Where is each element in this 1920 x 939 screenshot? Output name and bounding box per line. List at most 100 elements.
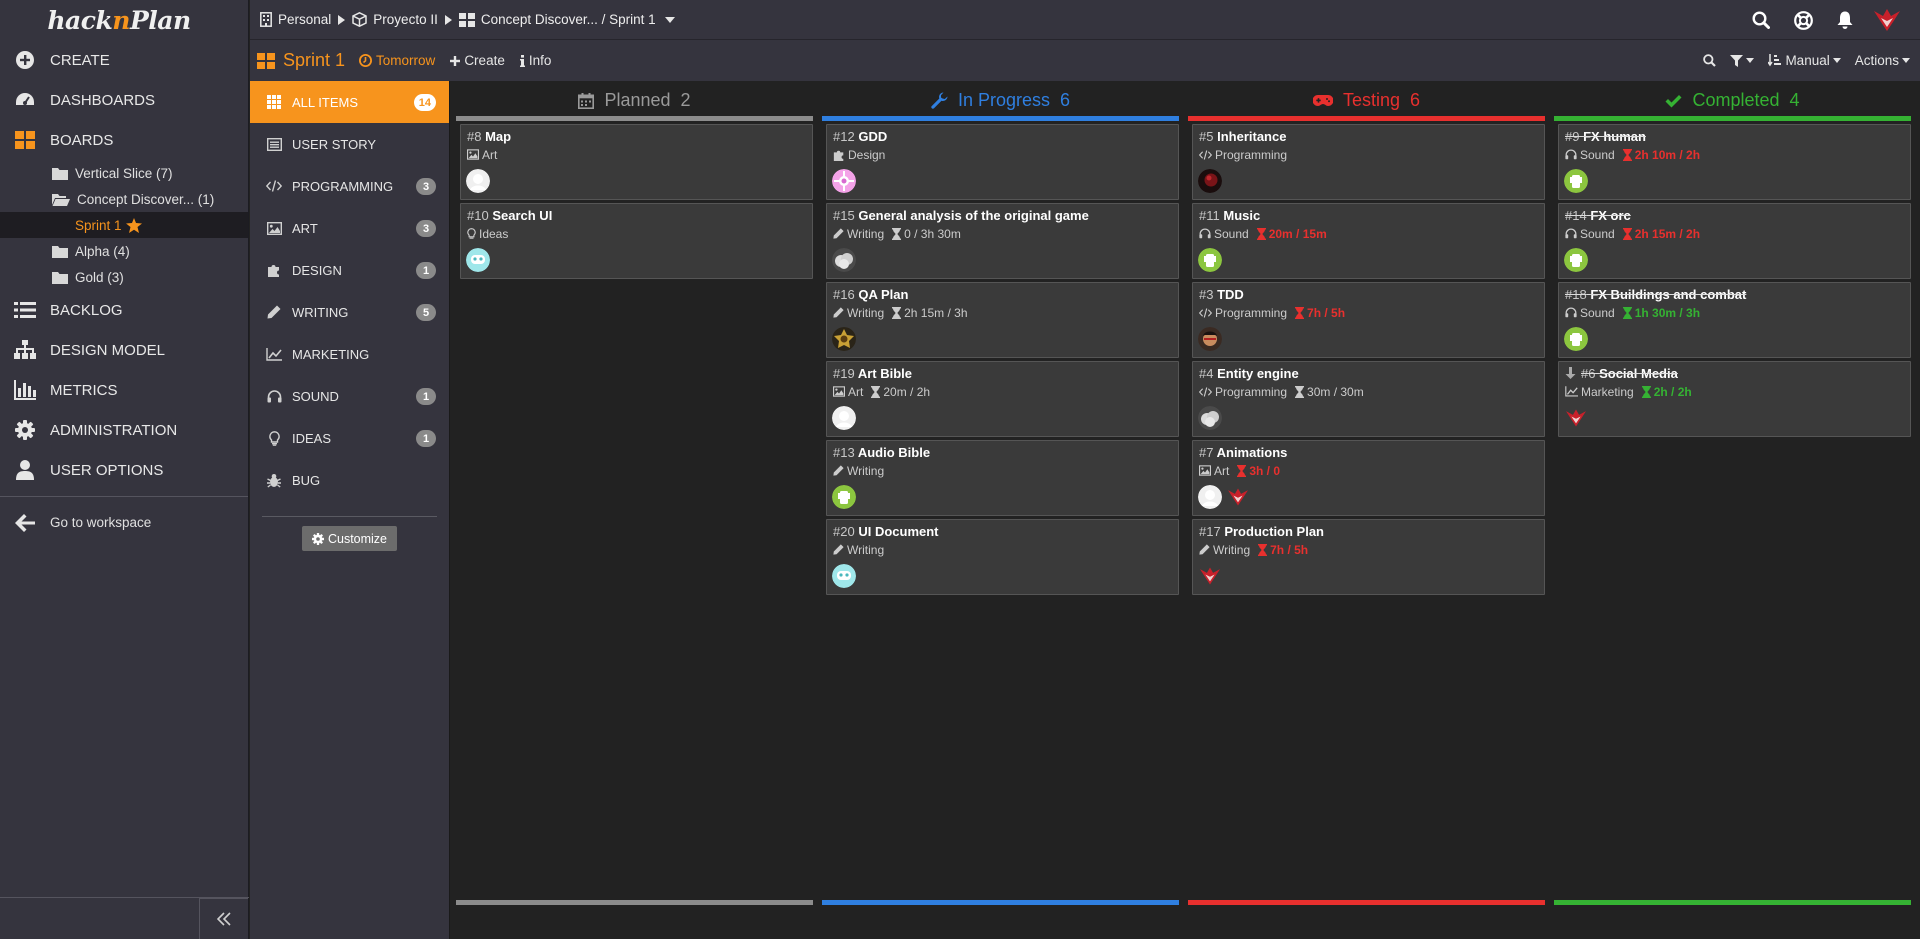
category-all-items[interactable]: ALL ITEMS 14 bbox=[250, 81, 449, 123]
board-search-button[interactable] bbox=[1703, 54, 1717, 67]
avatar[interactable] bbox=[1198, 327, 1222, 351]
task-card[interactable]: #18 FX Buildings and combat Sound 1h 30m /… bbox=[1558, 282, 1911, 358]
nav-user-options[interactable]: USER OPTIONS bbox=[0, 450, 248, 490]
avatar[interactable] bbox=[1564, 169, 1588, 193]
filter-dropdown[interactable] bbox=[1730, 54, 1755, 67]
create-button[interactable]: Create bbox=[450, 53, 505, 68]
task-title-text: General analysis of the original game bbox=[858, 208, 1089, 223]
avatar[interactable] bbox=[1564, 406, 1588, 430]
avatar[interactable] bbox=[1198, 248, 1222, 272]
breadcrumb-board[interactable]: Concept Discover... / Sprint 1 bbox=[458, 12, 675, 27]
task-card[interactable]: #4 Entity engine Programming 30m / 30m bbox=[1192, 361, 1545, 437]
sort-dropdown[interactable]: Manual bbox=[1768, 53, 1841, 68]
task-card[interactable]: #5 Inheritance Programming bbox=[1192, 124, 1545, 200]
category-user-story[interactable]: USER STORY bbox=[250, 123, 449, 165]
task-meta: Programming 30m / 30m bbox=[1199, 384, 1538, 399]
nav-boards[interactable]: BOARDS bbox=[0, 120, 248, 160]
folder-icon bbox=[52, 167, 68, 180]
avatar[interactable] bbox=[832, 406, 856, 430]
task-card[interactable]: #7 Animations Art 3h / 0 bbox=[1192, 440, 1545, 516]
nav-administration[interactable]: ADMINISTRATION bbox=[0, 410, 248, 450]
category-sound[interactable]: SOUND 1 bbox=[250, 375, 449, 417]
avatar[interactable] bbox=[1198, 169, 1222, 193]
avatar[interactable] bbox=[466, 248, 490, 272]
column-header-completed[interactable]: Completed 4 bbox=[1553, 81, 1912, 116]
breadcrumb-workspace[interactable]: Personal bbox=[260, 12, 331, 27]
bug-icon bbox=[265, 473, 283, 488]
task-meta: Writing 7h / 5h bbox=[1199, 542, 1538, 557]
help-button[interactable] bbox=[1782, 10, 1824, 30]
task-card[interactable]: #3 TDD Programming 7h / 5h bbox=[1192, 282, 1545, 358]
task-card[interactable]: #16 QA Plan Writing 2h 15m / 3h bbox=[826, 282, 1179, 358]
task-card[interactable]: #19 Art Bible Art 20m / 2h bbox=[826, 361, 1179, 437]
task-card[interactable]: #12 GDD Design bbox=[826, 124, 1179, 200]
nav-dashboards[interactable]: DASHBOARDS bbox=[0, 80, 248, 120]
task-card[interactable]: #15 General analysis of the original gam… bbox=[826, 203, 1179, 279]
task-meta: Sound 2h 15m / 2h bbox=[1565, 226, 1904, 241]
nav-backlog[interactable]: BACKLOG bbox=[0, 290, 248, 330]
task-card[interactable]: #14 FX orc Sound 2h 15m / 2h bbox=[1558, 203, 1911, 279]
nav-create[interactable]: CREATE bbox=[0, 40, 248, 80]
task-card[interactable]: #17 Production Plan Writing 7h / 5h bbox=[1192, 519, 1545, 595]
avatar[interactable] bbox=[1198, 406, 1222, 430]
avatar[interactable] bbox=[1564, 327, 1588, 351]
folder-sprint-1[interactable]: Sprint 1 bbox=[0, 212, 248, 238]
folder-gold[interactable]: Gold (3) bbox=[0, 264, 248, 290]
task-number: #7 bbox=[1199, 445, 1214, 460]
avatar[interactable] bbox=[466, 169, 490, 193]
global-search-button[interactable] bbox=[1740, 11, 1782, 29]
lightbulb-icon bbox=[467, 227, 476, 240]
category-bug[interactable]: BUG bbox=[250, 459, 449, 501]
sprint-title[interactable]: Sprint 1 bbox=[283, 50, 345, 71]
sprint-due-date[interactable]: Tomorrow bbox=[359, 53, 435, 68]
task-category: Art bbox=[1214, 463, 1230, 478]
category-writing[interactable]: WRITING 5 bbox=[250, 291, 449, 333]
headphones-icon bbox=[1199, 228, 1211, 239]
folder-concept-discover[interactable]: Concept Discover... (1) bbox=[0, 186, 248, 212]
category-art[interactable]: ART 3 bbox=[250, 207, 449, 249]
pencil-icon bbox=[833, 228, 844, 239]
task-card[interactable]: #13 Audio Bible Writing bbox=[826, 440, 1179, 516]
dashboard-icon bbox=[12, 87, 38, 113]
avatar[interactable] bbox=[832, 169, 856, 193]
task-title-text: Audio Bible bbox=[857, 445, 931, 460]
task-assignees bbox=[466, 248, 494, 272]
folder-alpha[interactable]: Alpha (4) bbox=[0, 238, 248, 264]
collapse-sidebar-button[interactable] bbox=[199, 898, 248, 939]
avatar[interactable] bbox=[832, 248, 856, 272]
nav-metrics[interactable]: METRICS bbox=[0, 370, 248, 410]
notifications-button[interactable] bbox=[1824, 11, 1866, 29]
avatar[interactable] bbox=[1564, 248, 1588, 272]
customize-button[interactable]: Customize bbox=[302, 526, 397, 551]
column-header-planned[interactable]: Planned 2 bbox=[455, 81, 814, 116]
avatar[interactable] bbox=[832, 564, 856, 588]
breadcrumb-project[interactable]: Proyecto II bbox=[352, 12, 438, 27]
avatar[interactable] bbox=[832, 327, 856, 351]
task-card[interactable]: #6 Social Media Marketing 2h / 2h bbox=[1558, 361, 1911, 437]
info-button[interactable]: Info bbox=[519, 53, 551, 68]
category-marketing[interactable]: MARKETING bbox=[250, 333, 449, 375]
folder-vertical-slice[interactable]: Vertical Slice (7) bbox=[0, 160, 248, 186]
user-avatar-button[interactable] bbox=[1866, 9, 1908, 31]
task-card[interactable]: #11 Music Sound 20m / 15m bbox=[1192, 203, 1545, 279]
task-card[interactable]: #10 Search UI Ideas bbox=[460, 203, 813, 279]
nav-design-model[interactable]: DESIGN MODEL bbox=[0, 330, 248, 370]
category-ideas[interactable]: IDEAS 1 bbox=[250, 417, 449, 459]
task-card[interactable]: #8 Map Art bbox=[460, 124, 813, 200]
column-header-testing[interactable]: Testing 6 bbox=[1187, 81, 1546, 116]
avatar[interactable] bbox=[1198, 485, 1222, 509]
task-card[interactable]: #9 FX human Sound 2h 10m / 2h bbox=[1558, 124, 1911, 200]
avatar[interactable] bbox=[832, 485, 856, 509]
category-programming[interactable]: PROGRAMMING 3 bbox=[250, 165, 449, 207]
calendar-icon bbox=[578, 92, 595, 109]
avatar[interactable] bbox=[1198, 564, 1222, 588]
task-title-text: FX Buildings and combat bbox=[1590, 287, 1747, 302]
task-card[interactable]: #20 UI Document Writing bbox=[826, 519, 1179, 595]
task-title: #19 Art Bible bbox=[833, 366, 1172, 381]
avatar[interactable] bbox=[1226, 485, 1250, 509]
app-logo[interactable]: hacknPlan bbox=[0, 0, 248, 40]
category-design[interactable]: DESIGN 1 bbox=[250, 249, 449, 291]
column-header-in-progress[interactable]: In Progress 6 bbox=[821, 81, 1180, 116]
go-to-workspace-link[interactable]: Go to workspace bbox=[0, 496, 248, 548]
actions-dropdown[interactable]: Actions bbox=[1855, 53, 1910, 68]
